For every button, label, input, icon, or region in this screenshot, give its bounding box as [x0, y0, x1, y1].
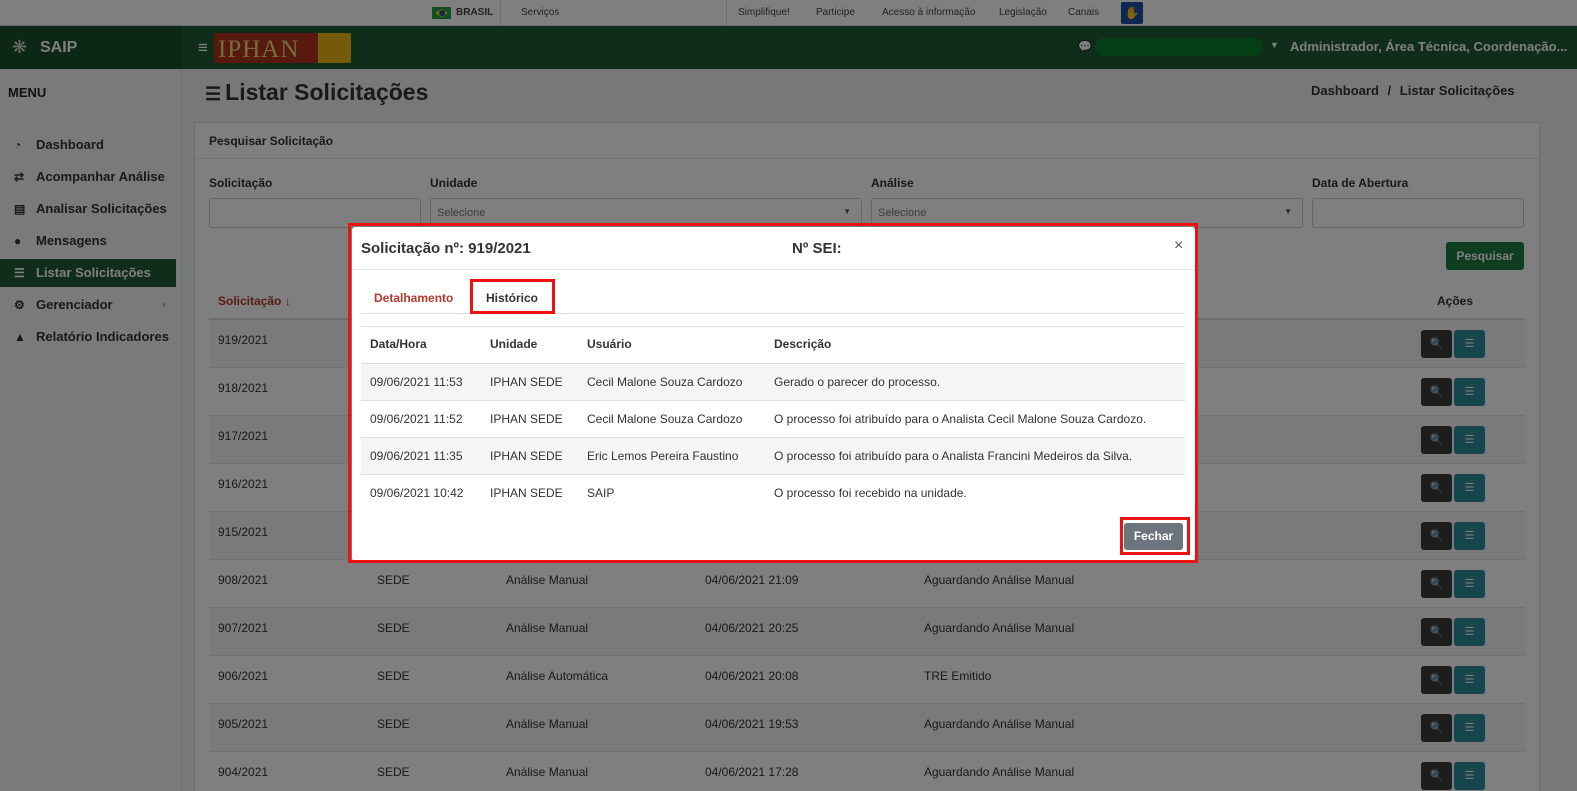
fechar-button-highlight-box — [1120, 517, 1190, 555]
modal-highlight-box — [348, 223, 1198, 563]
historico-tab-highlight-box — [470, 279, 555, 314]
